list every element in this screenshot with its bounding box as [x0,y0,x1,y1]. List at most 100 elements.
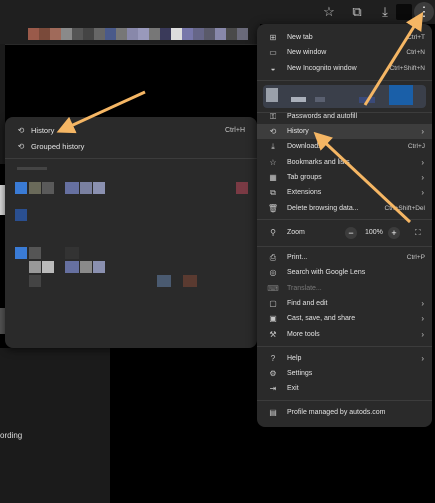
menu-item-shortcut: Ctrl+J [407,143,425,150]
bookmark-item[interactable] [50,28,61,40]
menu-item-label: Settings [287,370,313,377]
print-icon: ⎙ [269,253,277,262]
profile-card[interactable] [263,85,426,108]
kebab-menu-icon[interactable]: ⋮ [414,2,434,22]
menu-item-exit[interactable]: ⇥ Exit [257,381,432,396]
submenu-item-label: Grouped history [31,142,85,151]
new-window-icon: ▭ [269,48,277,57]
menu-item-label: Search with Google Lens [287,269,366,276]
menu-item-shortcut: Ctrl+Shift+Del [384,205,425,212]
favicon [29,247,41,259]
new-tab-icon: ⊞ [269,33,277,42]
profile-avatar [266,88,278,102]
bookmark-item[interactable] [182,28,193,40]
submenu-item-history[interactable]: ⟲ History Ctrl+H [5,123,257,139]
favicon [157,275,171,287]
download-icon[interactable]: ⤓ [376,3,394,21]
menu-item-label: New tab [287,34,313,41]
menu-item-shortcut: Ctrl+Shift+N [389,65,425,72]
menu-item-label: Zoom [287,229,305,236]
extensions-icon[interactable]: ⧉ [348,3,366,21]
menu-item-shortcut: Ctrl+P [406,254,425,261]
more-tools-icon: ⚒ [269,330,277,339]
menu-item-new-window[interactable]: ▭ New window Ctrl+N [257,45,432,60]
menu-item-help[interactable]: ? Help › [257,351,432,366]
menu-item-new-incognito[interactable]: ◒ New Incognito window Ctrl+Shift+N [257,61,432,76]
menu-item-downloads[interactable]: ⤓ Downloads Ctrl+J [257,139,432,154]
menu-item-tab-groups[interactable]: ▦ Tab groups › [257,170,432,185]
menu-item-cast-save-share[interactable]: ▣ Cast, save, and share › [257,311,432,326]
zoom-level: 100% [365,229,383,236]
recent-tabs-heading [17,167,47,170]
menu-item-print[interactable]: ⎙ Print... Ctrl+P [257,250,432,265]
bookmark-item[interactable] [226,28,237,40]
bookmark-item[interactable] [127,28,138,40]
chrome-main-menu: ⊞ New tab Ctrl+T ▭ New window Ctrl+N ◒ N… [257,24,432,427]
menu-item-history[interactable]: ⟲ History › [257,124,432,139]
menu-item-delete-browsing-data[interactable]: 🗑 Delete browsing data... Ctrl+Shift+Del [257,201,432,216]
submenu-divider [5,158,257,159]
menu-item-extensions[interactable]: ⧉ Extensions › [257,185,432,200]
menu-item-shortcut: Ctrl+T [407,34,425,41]
bookmark-item[interactable] [204,28,215,40]
bookmark-item[interactable] [149,28,160,40]
bookmark-item[interactable] [171,28,182,40]
menu-item-label: Passwords and autofill [287,113,358,120]
menu-item-label: New Incognito window [287,65,357,72]
bookmark-item[interactable] [61,28,72,40]
favicon [80,261,92,273]
submenu-item-label: History [31,126,55,135]
favicon [93,261,105,273]
bookmark-item[interactable] [94,28,105,40]
bookmark-item[interactable] [83,28,94,40]
menu-item-translate[interactable]: ⌨ Translate... [257,281,432,296]
submenu-item-shortcut: Ctrl+H [224,127,245,134]
bookmark-item[interactable] [138,28,149,40]
bookmark-item[interactable] [105,28,116,40]
menu-item-shortcut: Ctrl+N [406,49,425,56]
bookmark-item[interactable] [28,28,39,40]
menu-item-more-tools[interactable]: ⚒ More tools › [257,327,432,342]
menu-item-settings[interactable]: ⚙ Settings [257,366,432,381]
incognito-icon: ◒ [270,64,276,73]
find-icon: ▢ [269,299,277,308]
bookmark-item[interactable] [72,28,83,40]
favicon [65,261,79,273]
star-icon[interactable]: ☆ [320,3,338,21]
menu-item-managed-profile[interactable]: ▤ Profile managed by autods.com [257,405,432,420]
profile-badge [359,97,375,103]
menu-item-bookmarks[interactable]: ☆ Bookmarks and lists › [257,155,432,170]
profile-avatar[interactable] [396,4,412,20]
favicon [15,209,27,221]
bookmark-item[interactable] [215,28,226,40]
bookmark-item[interactable] [116,28,127,40]
bookmark-item[interactable] [39,28,50,40]
menu-item-label: New window [287,49,327,56]
zoom-icon: ⚲ [270,228,276,237]
fullscreen-icon[interactable]: ⛶ [415,228,421,238]
tab-groups-icon: ▦ [269,173,277,182]
menu-item-label: Profile managed by autods.com [287,409,386,416]
chevron-right-icon: › [421,127,424,136]
page-text: ording [0,431,23,440]
zoom-out-button[interactable]: − [345,227,357,239]
menu-item-new-tab[interactable]: ⊞ New tab Ctrl+T [257,30,432,45]
favicon [29,275,41,287]
chevron-right-icon: › [421,173,424,182]
menu-item-label: Bookmarks and lists [287,159,350,166]
bookmark-item[interactable] [237,28,248,40]
chevron-right-icon: › [421,354,424,363]
bookmark-item[interactable] [160,28,171,40]
favicon [65,182,79,194]
zoom-in-button[interactable]: + [388,227,400,239]
chevron-right-icon: › [421,188,424,197]
bookmark-item[interactable] [193,28,204,40]
menu-item-find-and-edit[interactable]: ▢ Find and edit › [257,296,432,311]
menu-item-google-lens[interactable]: ◎ Search with Google Lens [257,265,432,280]
menu-item-label: Find and edit [287,300,328,307]
menu-item-passwords[interactable]: ⚿ Passwords and autofill [257,109,432,124]
page-panel: ording [0,348,110,503]
submenu-item-grouped-history[interactable]: ⟲ Grouped history [5,139,257,155]
favicon [29,261,41,273]
star-icon: ☆ [269,158,277,167]
